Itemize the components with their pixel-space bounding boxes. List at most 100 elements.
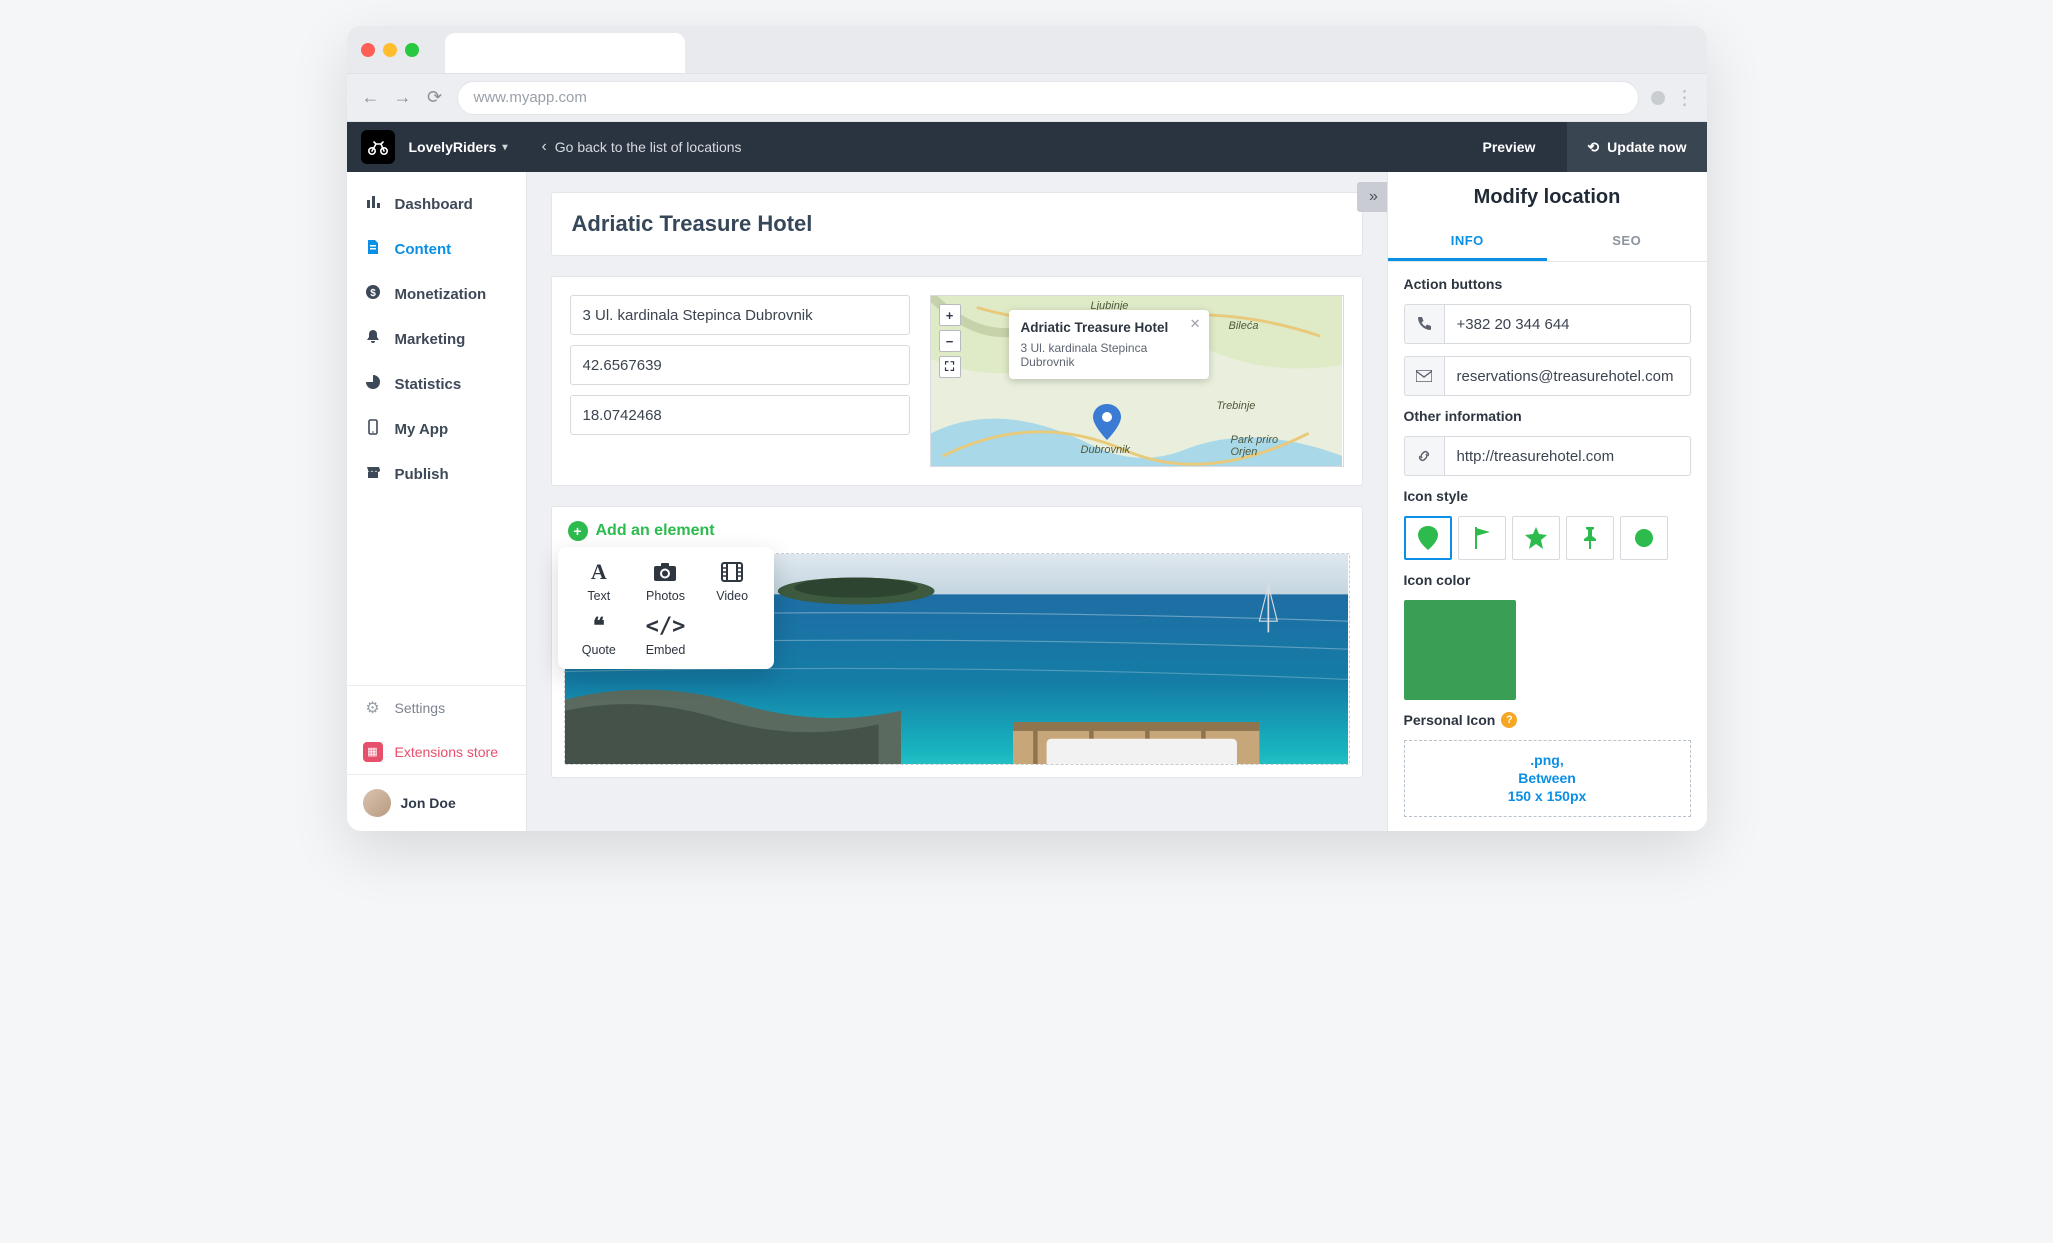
update-label: Update now bbox=[1607, 139, 1686, 155]
settings-label: Settings bbox=[395, 700, 446, 716]
gear-icon: ⚙ bbox=[363, 698, 383, 718]
nav-label: Dashboard bbox=[395, 196, 473, 213]
map-fullscreen[interactable]: ⛶ bbox=[939, 356, 961, 378]
nav-back-icon[interactable]: ← bbox=[361, 87, 381, 108]
app-topbar: LovelyRiders ▾ ‹ Go back to the list of … bbox=[347, 122, 1707, 172]
phone-field-group bbox=[1404, 304, 1691, 344]
browser-window: ← → ⟳ www.myapp.com ⋮ LovelyRiders ▾ ‹ G… bbox=[347, 26, 1707, 831]
go-back-link[interactable]: ‹ Go back to the list of locations bbox=[541, 138, 741, 156]
nav-label: Content bbox=[395, 241, 452, 258]
email-input[interactable] bbox=[1444, 356, 1691, 396]
panel-tabs: INFO SEO bbox=[1388, 223, 1707, 262]
window-maximize-dot[interactable] bbox=[405, 43, 419, 57]
phone-icon bbox=[1404, 304, 1444, 344]
kebab-menu-icon[interactable]: ⋮ bbox=[1675, 85, 1693, 110]
sidebar-item-monetization[interactable]: $ Monetization bbox=[347, 272, 526, 317]
map-popup: ✕ Adriatic Treasure Hotel 3 Ul. kardinal… bbox=[1009, 310, 1209, 379]
section-icon-style: Icon style bbox=[1404, 488, 1691, 504]
popup-close-icon[interactable]: ✕ bbox=[1190, 316, 1201, 332]
section-other-info: Other information bbox=[1404, 408, 1691, 424]
nav-forward-icon[interactable]: → bbox=[393, 87, 413, 108]
latitude-input[interactable] bbox=[570, 345, 910, 385]
map-pin-icon bbox=[1093, 404, 1121, 440]
app-body: Dashboard Content $ Monetization Marketi… bbox=[347, 172, 1707, 831]
main-content: » Adriatic Treasure Hotel bbox=[527, 172, 1387, 831]
help-icon[interactable]: ? bbox=[1501, 712, 1517, 728]
map-city-label: Bileća bbox=[1229, 320, 1259, 332]
picker-label: Text bbox=[587, 589, 610, 603]
sidebar: Dashboard Content $ Monetization Marketi… bbox=[347, 172, 527, 831]
nav-label: Publish bbox=[395, 466, 449, 483]
panel-collapse-handle[interactable]: » bbox=[1357, 182, 1387, 212]
add-element-label: Add an element bbox=[596, 522, 715, 540]
icon-style-star[interactable] bbox=[1512, 516, 1560, 560]
go-back-label: Go back to the list of locations bbox=[555, 139, 742, 155]
nav-reload-icon[interactable]: ⟳ bbox=[425, 87, 445, 108]
picker-photos[interactable]: Photos bbox=[632, 559, 699, 603]
bell-icon bbox=[363, 329, 383, 350]
browser-menu-icons: ⋮ bbox=[1651, 85, 1693, 110]
map[interactable]: Ljubinje Bileća Trebinje Dubrovnik Park … bbox=[930, 295, 1344, 467]
picker-embed[interactable]: </> Embed bbox=[632, 613, 699, 657]
phone-icon bbox=[363, 419, 383, 440]
window-close-dot[interactable] bbox=[361, 43, 375, 57]
longitude-input[interactable] bbox=[570, 395, 910, 435]
url-text: www.myapp.com bbox=[474, 89, 587, 106]
sidebar-item-marketing[interactable]: Marketing bbox=[347, 317, 526, 362]
window-minimize-dot[interactable] bbox=[383, 43, 397, 57]
nav-label: Statistics bbox=[395, 376, 462, 393]
app-logo[interactable] bbox=[361, 130, 395, 164]
preview-button[interactable]: Preview bbox=[1464, 139, 1553, 155]
personal-icon-label: Personal Icon bbox=[1404, 712, 1496, 728]
icon-style-pushpin[interactable] bbox=[1566, 516, 1614, 560]
phone-input[interactable] bbox=[1444, 304, 1691, 344]
add-element-section: + Add an element A Text Photos bbox=[552, 507, 1362, 541]
location-title-card: Adriatic Treasure Hotel bbox=[551, 192, 1363, 256]
location-details-card: Ljubinje Bileća Trebinje Dubrovnik Park … bbox=[551, 276, 1363, 486]
address-input[interactable] bbox=[570, 295, 910, 335]
tab-info[interactable]: INFO bbox=[1388, 223, 1548, 261]
app-name-dropdown[interactable]: LovelyRiders ▾ bbox=[409, 139, 508, 155]
icon-style-flag[interactable] bbox=[1458, 516, 1506, 560]
user-name: Jon Doe bbox=[401, 795, 456, 811]
map-zoom-in[interactable]: + bbox=[939, 304, 961, 326]
sidebar-item-publish[interactable]: Publish bbox=[347, 452, 526, 497]
update-now-button[interactable]: ⟲ Update now bbox=[1567, 122, 1706, 172]
picker-video[interactable]: Video bbox=[699, 559, 766, 603]
sidebar-item-settings[interactable]: ⚙ Settings bbox=[347, 686, 526, 730]
picker-quote[interactable]: ❝ Quote bbox=[566, 613, 633, 657]
panel-title: Modify location bbox=[1388, 172, 1707, 223]
extensions-label: Extensions store bbox=[395, 744, 499, 760]
sidebar-item-content[interactable]: Content bbox=[347, 227, 526, 272]
tab-seo[interactable]: SEO bbox=[1547, 223, 1707, 261]
picker-label: Embed bbox=[646, 643, 686, 657]
profile-dot-icon[interactable] bbox=[1651, 91, 1665, 105]
email-field-group bbox=[1404, 356, 1691, 396]
url-bar[interactable]: www.myapp.com bbox=[457, 81, 1639, 115]
picker-label: Quote bbox=[582, 643, 616, 657]
sidebar-item-statistics[interactable]: Statistics bbox=[347, 362, 526, 407]
location-inputs bbox=[570, 295, 910, 467]
browser-tab[interactable] bbox=[445, 33, 685, 73]
nav-label: My App bbox=[395, 421, 449, 438]
picker-text[interactable]: A Text bbox=[566, 559, 633, 603]
popup-address: 3 Ul. kardinala Stepinca Dubrovnik bbox=[1021, 341, 1197, 369]
color-swatch[interactable] bbox=[1404, 600, 1516, 700]
text-icon: A bbox=[591, 559, 607, 585]
website-input[interactable] bbox=[1444, 436, 1691, 476]
link-icon bbox=[1404, 436, 1444, 476]
icon-style-circle[interactable] bbox=[1620, 516, 1668, 560]
sidebar-item-myapp[interactable]: My App bbox=[347, 407, 526, 452]
motorcycle-icon bbox=[367, 139, 389, 155]
avatar bbox=[363, 789, 391, 817]
section-action-buttons: Action buttons bbox=[1404, 276, 1691, 292]
upload-line3: 150 x 150px bbox=[1415, 787, 1680, 805]
sidebar-item-extensions[interactable]: ▦ Extensions store bbox=[347, 730, 526, 774]
personal-icon-upload[interactable]: .png, Between 150 x 150px bbox=[1404, 740, 1691, 817]
film-icon bbox=[721, 559, 743, 585]
add-element-button[interactable]: + Add an element bbox=[568, 521, 1346, 541]
map-zoom-out[interactable]: − bbox=[939, 330, 961, 352]
icon-style-drop[interactable] bbox=[1404, 516, 1452, 560]
user-row[interactable]: Jon Doe bbox=[347, 774, 526, 831]
sidebar-item-dashboard[interactable]: Dashboard bbox=[347, 182, 526, 227]
